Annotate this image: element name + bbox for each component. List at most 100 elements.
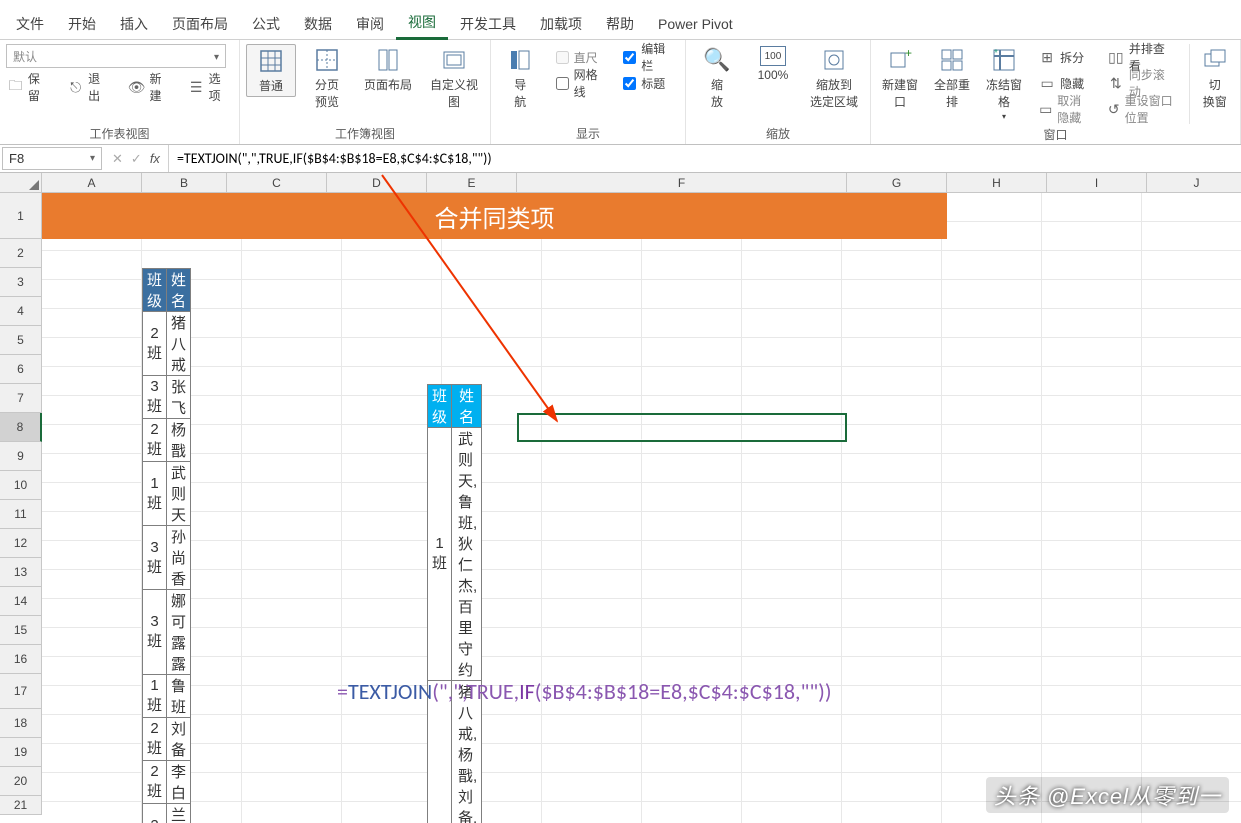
- name-box[interactable]: F8 ▾: [2, 147, 102, 170]
- table-cell[interactable]: 1班: [143, 675, 167, 718]
- row-header-13[interactable]: 13: [0, 558, 42, 587]
- table-cell[interactable]: 鲁班: [167, 675, 191, 718]
- confirm-icon[interactable]: ✓: [131, 151, 142, 167]
- table-cell[interactable]: 张飞: [167, 376, 191, 419]
- table-cell[interactable]: 3班: [143, 376, 167, 419]
- page-layout-view-button[interactable]: 页面布局: [358, 44, 418, 95]
- table-cell[interactable]: 2班: [143, 312, 167, 376]
- tab-home[interactable]: 开始: [56, 9, 108, 39]
- table-cell[interactable]: 兰陵王: [167, 804, 191, 823]
- row-header-21[interactable]: 21: [0, 796, 42, 815]
- formula-bar-checkbox[interactable]: 编辑栏: [621, 46, 675, 68]
- tab-help[interactable]: 帮助: [594, 9, 646, 39]
- table-cell[interactable]: 杨戬: [167, 419, 191, 462]
- row-header-3[interactable]: 3: [0, 268, 42, 297]
- table-cell[interactable]: 2班: [143, 419, 167, 462]
- row-header-16[interactable]: 16: [0, 645, 42, 674]
- tab-data[interactable]: 数据: [292, 9, 344, 39]
- table-cell[interactable]: 1班: [428, 428, 452, 681]
- table-cell[interactable]: 李白: [167, 761, 191, 804]
- column-header-H[interactable]: H: [947, 173, 1047, 193]
- tab-formulas[interactable]: 公式: [240, 9, 292, 39]
- table-cell[interactable]: 孙尚香: [167, 526, 191, 590]
- headings-checkbox[interactable]: 标题: [621, 72, 675, 94]
- freeze-panes-button[interactable]: * 冻结窗格 ▾: [981, 44, 1027, 123]
- arrange-all-button[interactable]: 全部重排: [929, 44, 975, 112]
- tab-view[interactable]: 视图: [396, 7, 448, 40]
- tab-developer[interactable]: 开发工具: [448, 9, 528, 39]
- table-cell[interactable]: 2班: [143, 718, 167, 761]
- tab-file[interactable]: 文件: [10, 9, 56, 39]
- row-header-2[interactable]: 2: [0, 239, 42, 268]
- column-header-I[interactable]: I: [1047, 173, 1147, 193]
- table-cell[interactable]: 3班: [143, 590, 167, 675]
- column-header-D[interactable]: D: [327, 173, 427, 193]
- select-all-button[interactable]: [0, 173, 42, 193]
- hide-button[interactable]: ▭ 隐藏: [1037, 72, 1092, 94]
- zoom-selection-button[interactable]: 缩放到 选定区域: [804, 44, 864, 112]
- sync-scroll-button[interactable]: ⇅ 同步滚动: [1106, 72, 1179, 94]
- row-header-15[interactable]: 15: [0, 616, 42, 645]
- table-cell[interactable]: 2班: [143, 804, 167, 823]
- normal-view-button[interactable]: 普通: [246, 44, 296, 97]
- gridlines-input[interactable]: [556, 77, 569, 90]
- table-cell[interactable]: 武则天,鲁班,狄仁杰,百里守约: [452, 428, 482, 681]
- column-header-F[interactable]: F: [517, 173, 847, 193]
- zoom-100-button[interactable]: 100 100%: [748, 44, 798, 84]
- table-cell[interactable]: 2班: [143, 761, 167, 804]
- table-cell[interactable]: 猪八戒: [167, 312, 191, 376]
- sheet-view-combo[interactable]: 默认: [6, 44, 226, 68]
- column-header-E[interactable]: E: [427, 173, 517, 193]
- row-header-1[interactable]: 1: [0, 193, 42, 239]
- row-header-6[interactable]: 6: [0, 355, 42, 384]
- table-cell[interactable]: 1班: [143, 462, 167, 526]
- keep-view-button[interactable]: 🗀 保留: [6, 76, 52, 98]
- unhide-button[interactable]: ▭ 取消隐藏: [1037, 98, 1092, 120]
- column-header-B[interactable]: B: [142, 173, 227, 193]
- gridlines-checkbox[interactable]: 网格线: [554, 72, 608, 94]
- row-header-7[interactable]: 7: [0, 384, 42, 413]
- column-header-A[interactable]: A: [42, 173, 142, 193]
- navigation-button[interactable]: 导 航: [497, 44, 544, 112]
- cells-area[interactable]: 合并同类项班级姓名2班猪八戒3班张飞2班杨戬1班武则天3班孙尚香3班娜可露露1班…: [42, 193, 1241, 823]
- view-options-button[interactable]: ☰ 选项: [187, 76, 233, 98]
- row-header-14[interactable]: 14: [0, 587, 42, 616]
- formula-input[interactable]: [169, 145, 1241, 172]
- new-window-button[interactable]: + 新建窗口: [877, 44, 923, 112]
- column-header-J[interactable]: J: [1147, 173, 1241, 193]
- page-break-preview-button[interactable]: 分页 预览: [302, 44, 352, 112]
- fx-icon[interactable]: fx: [150, 151, 160, 166]
- headings-input[interactable]: [623, 77, 636, 90]
- tab-addins[interactable]: 加载项: [528, 9, 594, 39]
- exit-view-button[interactable]: ⎋ 退出: [66, 76, 112, 98]
- row-header-12[interactable]: 12: [0, 529, 42, 558]
- tab-insert[interactable]: 插入: [108, 9, 160, 39]
- table-cell[interactable]: 武则天: [167, 462, 191, 526]
- row-header-8[interactable]: 8: [0, 413, 42, 442]
- table-cell[interactable]: 3班: [143, 526, 167, 590]
- formula-bar-input[interactable]: [623, 51, 636, 64]
- row-header-11[interactable]: 11: [0, 500, 42, 529]
- custom-views-button[interactable]: 自定义视图: [424, 44, 484, 112]
- row-header-18[interactable]: 18: [0, 709, 42, 738]
- row-header-17[interactable]: 17: [0, 674, 42, 709]
- new-view-button[interactable]: 👁 新建: [127, 76, 173, 98]
- tab-power-pivot[interactable]: Power Pivot: [646, 11, 745, 37]
- side-by-side-button[interactable]: ▯▯ 并排查看: [1106, 46, 1179, 68]
- cancel-icon[interactable]: ✕: [112, 151, 123, 167]
- table-cell[interactable]: 娜可露露: [167, 590, 191, 675]
- tab-review[interactable]: 审阅: [344, 9, 396, 39]
- switch-window-button[interactable]: 切 换窗: [1195, 44, 1234, 112]
- reset-position-button[interactable]: ↺ 重设窗口位置: [1106, 98, 1179, 120]
- row-header-4[interactable]: 4: [0, 297, 42, 326]
- column-header-G[interactable]: G: [847, 173, 947, 193]
- table-cell[interactable]: 刘备: [167, 718, 191, 761]
- row-header-9[interactable]: 9: [0, 442, 42, 471]
- row-header-10[interactable]: 10: [0, 471, 42, 500]
- split-button[interactable]: ⊞ 拆分: [1037, 46, 1092, 68]
- row-header-19[interactable]: 19: [0, 738, 42, 767]
- zoom-button[interactable]: 🔍 缩 放: [692, 44, 742, 112]
- row-header-20[interactable]: 20: [0, 767, 42, 796]
- tab-page-layout[interactable]: 页面布局: [160, 9, 240, 39]
- row-header-5[interactable]: 5: [0, 326, 42, 355]
